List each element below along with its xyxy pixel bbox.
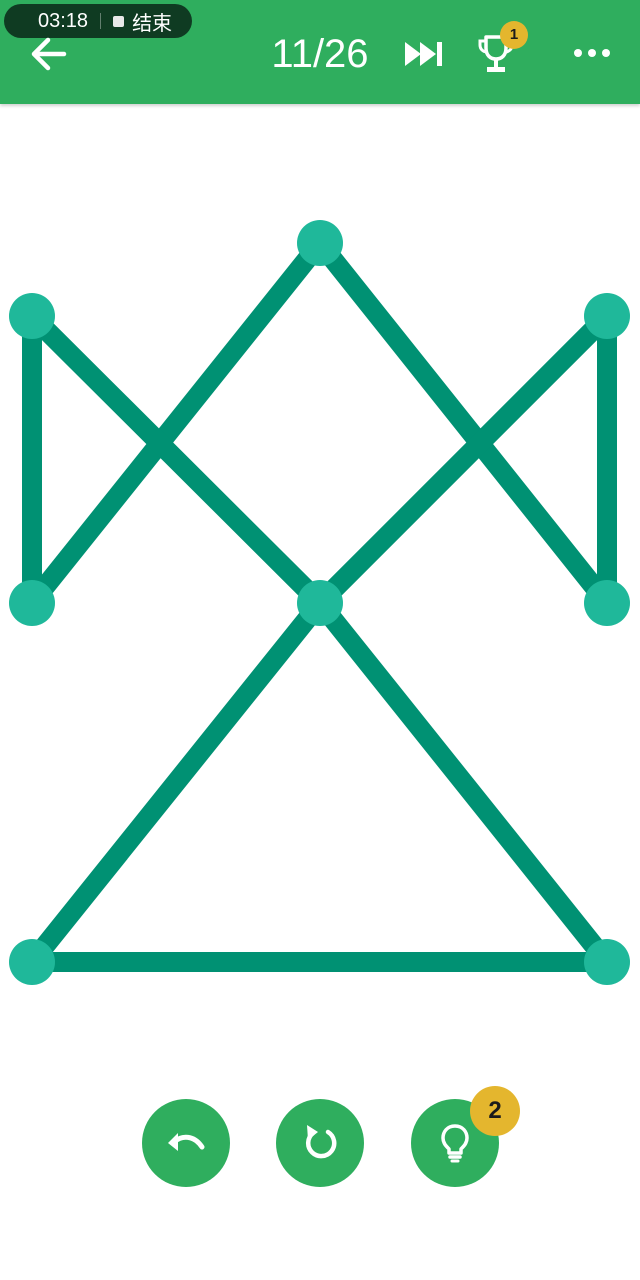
puzzle-node[interactable]: [9, 939, 55, 985]
top-bar: 03:18 结束 11/26 1: [0, 0, 640, 104]
end-recording-label: 结束: [132, 10, 173, 35]
game-screen: 03:18 结束 11/26 1 2: [0, 0, 640, 1280]
hint-count-badge: 2: [470, 1086, 520, 1136]
lightbulb-icon: [441, 1124, 469, 1163]
puzzle-board[interactable]: [0, 104, 640, 1064]
puzzle-node[interactable]: [297, 220, 343, 266]
puzzle-node[interactable]: [584, 293, 630, 339]
puzzle-node[interactable]: [297, 580, 343, 626]
puzzle-node[interactable]: [584, 939, 630, 985]
status-divider: [100, 13, 102, 29]
stop-icon: [113, 15, 125, 27]
level-counter: 11/26: [271, 32, 369, 76]
more-dots-icon: [574, 49, 610, 57]
undo-button[interactable]: [142, 1099, 230, 1187]
arrow-left-icon: [31, 37, 67, 71]
restart-icon: [305, 1125, 337, 1159]
recording-time: 03:18: [38, 9, 89, 32]
restart-button[interactable]: [276, 1099, 364, 1187]
puzzle-node[interactable]: [9, 580, 55, 626]
skip-level-button[interactable]: [403, 38, 445, 70]
undo-icon: [168, 1133, 205, 1151]
fast-forward-icon: [405, 42, 442, 66]
more-options-button[interactable]: [570, 38, 614, 68]
screen-recording-pill[interactable]: 03:18 结束: [4, 4, 192, 38]
puzzle-edge: [22, 593, 330, 972]
puzzle-edge: [310, 593, 617, 972]
puzzle-node[interactable]: [9, 293, 55, 339]
puzzle-node[interactable]: [584, 580, 630, 626]
trophy-count-badge: 1: [500, 21, 528, 49]
back-button[interactable]: [28, 34, 68, 74]
